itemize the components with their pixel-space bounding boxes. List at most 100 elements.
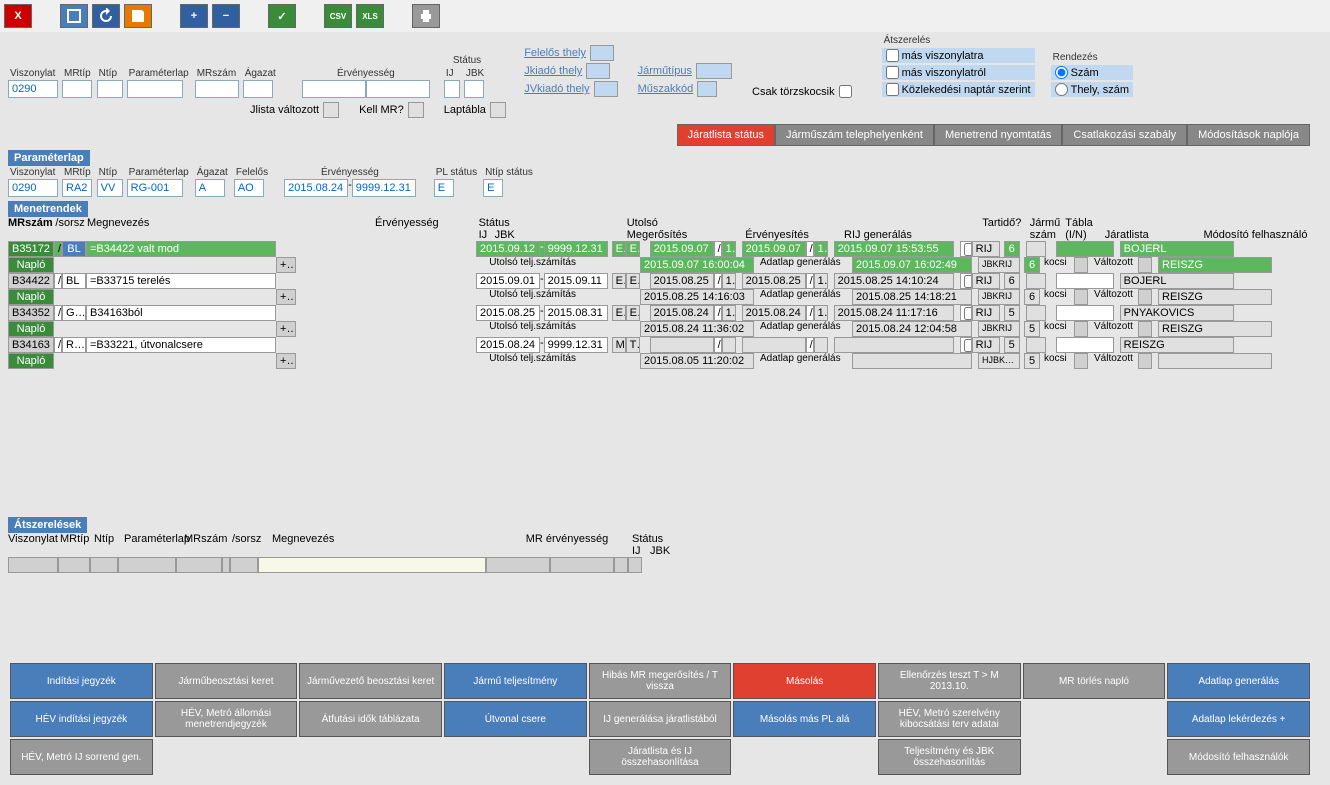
mr-erv-to[interactable]: 9999.12.31 <box>544 337 608 353</box>
mr-erv-from[interactable]: 2015.09.01 <box>476 273 540 289</box>
btn-jarmubeosztasi-keret[interactable]: Járműbeosztási keret <box>155 663 298 699</box>
p-pl-status[interactable] <box>434 179 454 197</box>
btn-inditasi-jegyzek[interactable]: Indítási jegyzék <box>10 663 153 699</box>
mr-naplo-button[interactable]: Napló <box>8 321 54 337</box>
mr-pp-button[interactable]: ++ <box>276 353 296 369</box>
mr-sorsz[interactable]: BL <box>62 273 86 289</box>
jbk-input[interactable] <box>464 80 484 98</box>
btn-utvonal-csere[interactable]: Útvonal csere <box>444 701 587 737</box>
btn-masolas[interactable]: Másolás <box>733 663 876 699</box>
mr-ij[interactable]: E <box>612 241 626 257</box>
mr-erv-from[interactable]: 2015.08.24 <box>476 337 540 353</box>
p-erv-from[interactable] <box>284 179 348 197</box>
mr-jbk[interactable]: E <box>626 241 640 257</box>
atsz-viszonylat[interactable] <box>8 557 58 573</box>
mr-kocsi-box[interactable] <box>1074 321 1088 337</box>
mr-mrszam[interactable]: B34352 <box>8 305 54 321</box>
mr-ij[interactable]: E <box>612 273 626 289</box>
atsz-mas-viszonylatra[interactable]: más viszonylatra <box>882 48 1035 63</box>
tab-csatlakozasi-szabaly[interactable]: Csatlakozási szabály <box>1062 124 1187 146</box>
mr-megnev[interactable]: =B33715 terelés <box>86 273 276 289</box>
mr-meg-n[interactable]: 1 <box>722 305 736 321</box>
atsz-mas-viszonylatrol[interactable]: más viszonylatról <box>882 65 1035 80</box>
tab-menetrend-nyomtatas[interactable]: Menetrend nyomtatás <box>934 124 1062 146</box>
jarmutipus-link[interactable]: Járműtípus <box>638 65 692 77</box>
print-button[interactable] <box>412 4 440 28</box>
mr-pp-button[interactable]: ++ <box>276 257 296 273</box>
mr-rij-check[interactable] <box>960 337 972 353</box>
btn-jarmu-teljesitmeny[interactable]: Jármű teljesítmény <box>444 663 587 699</box>
laptabla-box[interactable] <box>490 102 506 118</box>
btn-modosito-felhasznalok[interactable]: Módosító felhasználók <box>1167 739 1310 775</box>
btn-adatlap-lekerdezes[interactable]: Adatlap lekérdezés + <box>1167 701 1310 737</box>
atsz-parameterlap[interactable] <box>118 557 176 573</box>
atsz-mrszam[interactable] <box>176 557 222 573</box>
mr-kocsi-box[interactable] <box>1074 289 1088 305</box>
mr-meg-n[interactable] <box>722 337 736 353</box>
mr-ij[interactable]: E <box>612 305 626 321</box>
btn-atfutasi-idok[interactable]: Átfutási idők táblázata <box>299 701 442 737</box>
remove-button[interactable]: − <box>212 4 240 28</box>
mr-naplo-button[interactable]: Napló <box>8 353 54 369</box>
mr-erv-from[interactable]: 2015.08.25 <box>476 305 540 321</box>
mr-ervenyesites[interactable]: 2015.08.24 <box>742 305 806 321</box>
btn-teljesitmeny-jbk[interactable]: Teljesítmény és JBK összehasonlítás <box>878 739 1021 775</box>
mr-valtozott-box[interactable] <box>1138 257 1152 273</box>
felelos-thely-link[interactable]: Felelős thely <box>524 47 586 59</box>
mr-rij-gen[interactable]: 2015.08.24 11:17:16 <box>834 305 954 321</box>
mr-erv-n[interactable]: 1 <box>814 305 828 321</box>
muszakkod-box[interactable] <box>697 81 717 97</box>
btn-hev-metro-ij-sorrend[interactable]: HÉV, Metró IJ sorrend gen. <box>10 739 153 775</box>
mr-rij-check[interactable] <box>960 305 972 321</box>
mr-jaratlista[interactable] <box>1056 305 1114 321</box>
p-felelos[interactable] <box>234 179 264 197</box>
mr-jarmu[interactable]: 5 <box>1004 337 1020 353</box>
rendezes-szam[interactable]: Szám <box>1051 65 1133 80</box>
atsz-mrtip[interactable] <box>58 557 90 573</box>
mr-megnev[interactable]: =B33221, útvonalcsere <box>86 337 276 353</box>
ij-input[interactable] <box>444 80 460 98</box>
mr-mrszam[interactable]: B34163 <box>8 337 54 353</box>
btn-jaratlista-ij-osszehasonlitas[interactable]: Járatlista és IJ összehasonlítása <box>589 739 732 775</box>
mr-rij-check[interactable] <box>960 273 972 289</box>
mr-erv-n[interactable]: 1 <box>814 273 828 289</box>
mr-megerosites[interactable]: 2015.08.25 <box>650 273 714 289</box>
mr-erv-to[interactable]: 2015.08.31 <box>544 305 608 321</box>
tab-jarmuszam[interactable]: Járműszám telephelyenként <box>775 124 934 146</box>
btn-mr-torles-naplo[interactable]: MR törlés napló <box>1023 663 1166 699</box>
mr-jaratlista[interactable] <box>1056 241 1114 257</box>
mr-erv-to[interactable]: 2015.09.11 <box>544 273 608 289</box>
mr-ij[interactable]: M <box>612 337 626 353</box>
jlista-valtozott-box[interactable] <box>323 102 339 118</box>
mr-naplo-button[interactable]: Napló <box>8 289 54 305</box>
mr-kocsi-box[interactable] <box>1074 257 1088 273</box>
muszakkod-link[interactable]: Műszakkód <box>638 83 694 95</box>
mr-rij-check[interactable] <box>960 241 972 257</box>
tab-modositasok-naploja[interactable]: Módosítások naplója <box>1187 124 1310 146</box>
p-parameterlap[interactable] <box>127 179 183 197</box>
mr-megnev[interactable]: =B34422 valt mod <box>86 241 276 257</box>
mr-erv-from[interactable]: 2015.09.12 <box>476 241 540 257</box>
mr-rij-gen[interactable]: 2015.09.07 15:53:55 <box>834 241 954 257</box>
mr-valtozott-box[interactable] <box>1138 321 1152 337</box>
mr-jbk[interactable]: E <box>626 305 640 321</box>
erv-to-input[interactable] <box>366 80 430 98</box>
atsz-megnev[interactable] <box>258 557 486 573</box>
mr-naplo-button[interactable]: Napló <box>8 257 54 273</box>
parameterlap-input[interactable] <box>127 80 183 98</box>
mr-erv-n[interactable] <box>814 337 828 353</box>
mr-jaratlista[interactable] <box>1056 273 1114 289</box>
mr-erv-to[interactable]: 9999.12.31 <box>544 241 608 257</box>
mr-rij-gen[interactable] <box>834 337 954 353</box>
p-viszonylat[interactable] <box>8 179 58 197</box>
atsz-jbk[interactable] <box>628 557 642 573</box>
btn-hev-metro-allomasi[interactable]: HÉV, Metró állomási menetrendjegyzék <box>155 701 298 737</box>
btn-hibas-mr[interactable]: Hibás MR megerősítés / T vissza <box>589 663 732 699</box>
mr-ervenyesites[interactable]: 2015.09.07 <box>742 241 806 257</box>
mr-jbk[interactable]: T <box>626 337 640 353</box>
jarmutipus-box[interactable] <box>696 63 732 79</box>
mr-kocsi-box[interactable] <box>1074 353 1088 369</box>
btn-adatlap-general[interactable]: Adatlap generálás <box>1167 663 1310 699</box>
mr-tabla[interactable] <box>1026 305 1046 321</box>
mr-erv-n[interactable]: 1 <box>814 241 828 257</box>
